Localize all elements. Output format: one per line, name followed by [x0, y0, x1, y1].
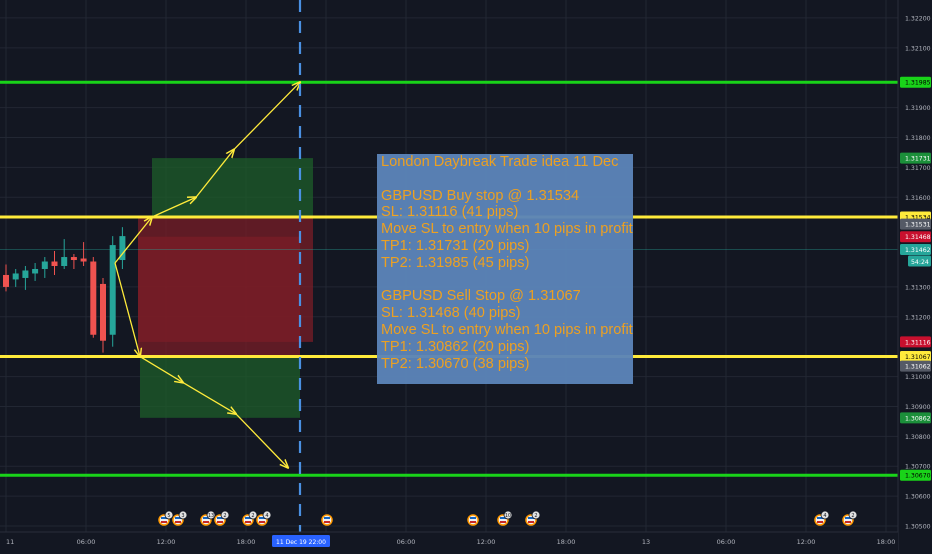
price-label-text[interactable]: 1.31067 — [905, 354, 931, 361]
time-tick-label: 18:00 — [557, 538, 576, 546]
event-flag-stripe — [203, 521, 209, 523]
sell-loss-zone — [138, 236, 300, 357]
event-flag-stripe — [259, 521, 265, 523]
event-flag-stripe — [470, 521, 476, 523]
event-count-label: 13 — [208, 513, 214, 519]
time-tick-label: 13 — [642, 538, 650, 546]
event-flag-stripe — [845, 521, 851, 523]
event-count-label: 3 — [181, 513, 184, 519]
price-tick-label: 1.31900 — [905, 105, 931, 112]
time-tick-label: 18:00 — [877, 538, 896, 546]
price-label-text[interactable]: 1.31116 — [905, 339, 931, 346]
event-count-label: 2 — [223, 513, 226, 519]
time-tick-label: 11 — [6, 538, 14, 546]
candle-body — [70, 257, 77, 261]
note-title: London Daybreak Trade idea 11 Dec — [381, 154, 619, 170]
event-count-label: 2 — [251, 513, 254, 519]
event-flag-stripe — [217, 521, 223, 523]
event-flag-stripe — [161, 521, 167, 523]
event-count-label: 2 — [534, 513, 537, 519]
time-tick-label: 12:00 — [157, 538, 176, 546]
event-flag-stripe — [528, 521, 534, 523]
event-flag-stripe — [245, 521, 251, 523]
note-sell-tp1: TP1: 1.30862 (20 pips) — [381, 338, 530, 355]
price-tick-label: 1.32200 — [905, 15, 931, 22]
note-sell-sl: SL: 1.31468 (40 pips) — [381, 305, 521, 322]
event-flag-icon[interactable] — [467, 514, 479, 526]
candle-body — [80, 258, 87, 262]
note-buy-sl: SL: 1.31116 (41 pips) — [381, 204, 519, 221]
note-spacer — [381, 272, 629, 289]
candle-body — [109, 245, 116, 335]
candle-body — [61, 257, 68, 266]
price-tick-label: 1.31000 — [905, 374, 931, 381]
candle-body — [100, 283, 106, 341]
event-count-label: 5 — [167, 513, 170, 519]
note-spacer — [381, 171, 629, 188]
price-tick-label: 1.31800 — [905, 135, 931, 142]
event-flag-stripe — [817, 521, 823, 523]
time-tick-label: 06:00 — [717, 538, 736, 546]
price-tick-label: 1.31700 — [905, 165, 931, 172]
price-tick-label: 1.30600 — [905, 494, 931, 501]
price-label-text[interactable]: 1.31531 — [905, 222, 931, 229]
price-label-text[interactable]: 1.30862 — [905, 415, 931, 422]
trade-idea-note[interactable]: London Daybreak Trade idea 11 Dec GBPUSD… — [377, 154, 633, 384]
event-flag-icon[interactable] — [321, 514, 333, 526]
price-tick-label: 1.30700 — [905, 464, 931, 471]
price-label-text[interactable]: 1.31462 — [905, 247, 931, 254]
event-count-label: 10 — [505, 513, 511, 519]
event-flag-stripe — [324, 517, 330, 519]
event-flag-stripe — [324, 521, 330, 523]
price-axis[interactable]: 1.32200 1.32100 1.31900 1.31800 1.31700 1.316… — [897, 0, 932, 550]
buy-profit-zone — [152, 158, 313, 217]
note-sell-move-sl: Move SL to entry when 10 pips in profit — [381, 321, 633, 338]
price-tick-label: 1.31200 — [905, 314, 931, 321]
event-flag-stripe — [470, 517, 476, 519]
note-sell-entry: GBPUSD Sell Stop @ 1.31067 — [381, 288, 581, 305]
cursor-time-text[interactable]: 11 Dec 19 22:00 — [276, 539, 326, 546]
candle-body — [12, 273, 19, 280]
price-label-text[interactable]: 1.31062 — [905, 364, 931, 371]
time-tick-label: 12:00 — [797, 538, 816, 546]
time-tick-label: 06:00 — [77, 538, 96, 546]
price-tick-label: 1.31600 — [905, 195, 931, 202]
time-tick-label: 06:00 — [397, 538, 416, 546]
note-buy-tp1: TP1: 1.31731 (20 pips) — [381, 237, 530, 254]
event-count-label: 4 — [265, 513, 268, 519]
candle-body — [41, 261, 48, 269]
event-count-label: 2 — [851, 513, 854, 519]
note-buy-entry: GBPUSD Buy stop @ 1.31534 — [381, 187, 580, 204]
sell-profit-zone — [140, 356, 300, 418]
note-sell-tp2: TP2: 1.30670 (38 pips) — [381, 355, 530, 372]
price-label-text[interactable]: 1.31985 — [905, 80, 931, 87]
time-tick-label: 12:00 — [477, 538, 496, 546]
price-tick-label: 1.30900 — [905, 404, 931, 411]
note-buy-tp2: TP2: 1.31985 (45 pips) — [381, 254, 530, 271]
price-label-text[interactable]: 1.31468 — [905, 234, 931, 241]
price-tick-label: 1.31300 — [905, 284, 931, 291]
countdown-text: 54:24 — [911, 259, 929, 266]
time-axis[interactable]: 1106:0012:0018:00206:0012:0018:001306:00… — [0, 531, 898, 550]
candle-body — [22, 270, 29, 278]
time-tick-label: 18:00 — [237, 538, 256, 546]
event-flag-stripe — [500, 521, 506, 523]
trading-chart[interactable]: 1.32200 1.32100 1.31900 1.31800 1.31700 1.316… — [0, 0, 932, 550]
trade-zones — [138, 158, 313, 418]
candle-body — [90, 261, 97, 335]
event-count-label: 4 — [823, 513, 826, 519]
price-tick-label: 1.32100 — [905, 45, 931, 52]
time-axis-bg — [0, 532, 898, 550]
event-flag-stripe — [175, 521, 181, 523]
candle-body — [32, 268, 39, 274]
price-label-text[interactable]: 1.30670 — [905, 473, 931, 480]
note-buy-move-sl: Move SL to entry when 10 pips in profit — [381, 221, 633, 238]
price-tick-label: 1.30800 — [905, 434, 931, 441]
candle-body — [51, 261, 58, 266]
price-tick-label: 1.30500 — [905, 524, 931, 531]
price-label-text[interactable]: 1.31731 — [905, 156, 931, 163]
candle-body — [3, 274, 9, 287]
